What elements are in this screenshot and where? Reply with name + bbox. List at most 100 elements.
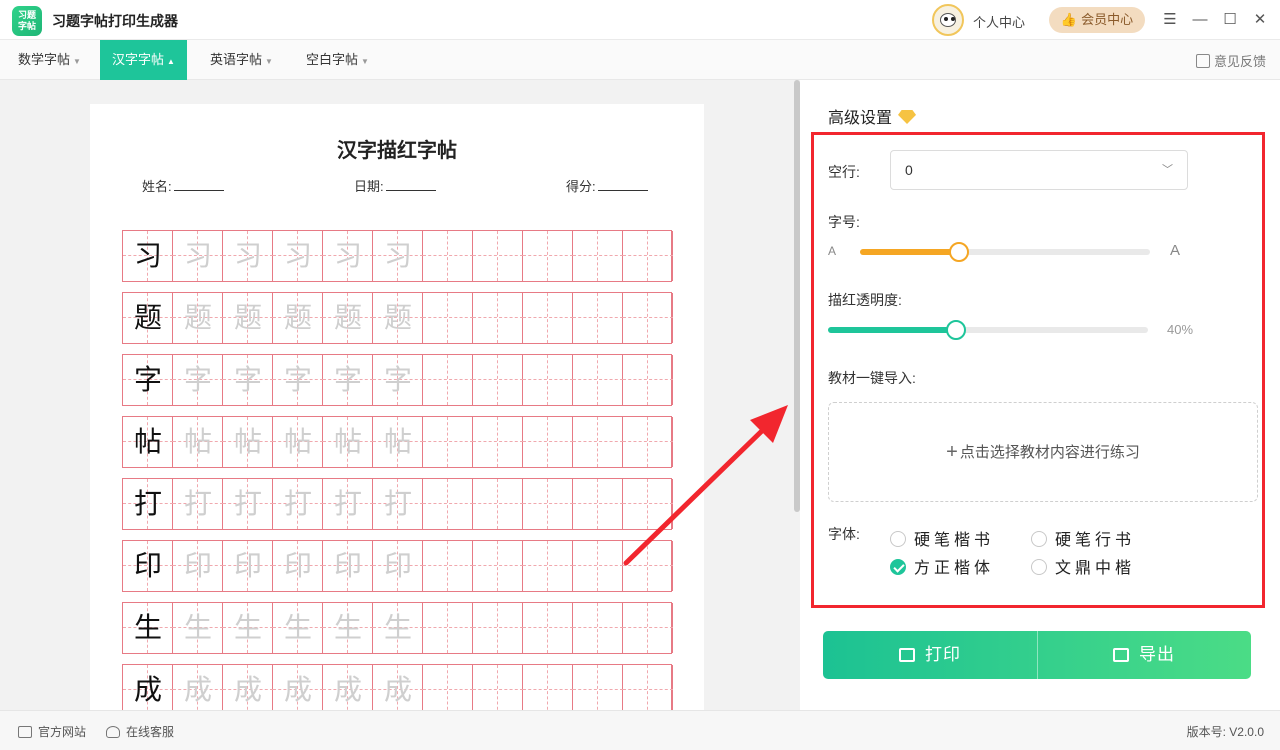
date-label: 日期: <box>354 179 384 194</box>
grid-cell: 帖 <box>323 417 373 467</box>
grid-cell <box>423 541 473 591</box>
grid-cell <box>573 665 623 710</box>
font-option-hard-xingshu[interactable]: 硬笔行书 <box>1031 526 1135 550</box>
grid-row: 生生生生生生 <box>122 602 673 654</box>
trace-character: 帖 <box>333 425 362 458</box>
grid-cell <box>423 355 473 405</box>
font-option-fangzheng-kaiti[interactable]: 方正楷体 <box>890 554 994 578</box>
model-character: 印 <box>133 549 162 582</box>
trace-character: 题 <box>283 301 312 334</box>
font-size-slider-handle[interactable] <box>949 242 969 262</box>
trace-character: 成 <box>233 673 262 706</box>
grid-cell <box>473 665 523 710</box>
grid-cell: 印 <box>223 541 273 591</box>
grid-cell <box>423 603 473 653</box>
trace-character: 帖 <box>183 425 212 458</box>
trace-character: 印 <box>333 549 362 582</box>
trace-character: 习 <box>183 239 212 272</box>
blank-rows-select[interactable]: 0 ﹀ <box>890 150 1188 190</box>
print-button[interactable]: 打印 <box>823 631 1037 679</box>
model-character: 打 <box>133 487 162 520</box>
preview-area[interactable]: 汉字描红字帖 姓名: 日期: 得分: 习习习习习习题题题题题题字字字字字字帖帖帖… <box>0 80 800 710</box>
grid-cell <box>573 417 623 467</box>
grid-cell <box>423 293 473 343</box>
model-character: 题 <box>133 301 162 334</box>
grid-row: 题题题题题题 <box>122 292 673 344</box>
advanced-settings-label: 高级设置 <box>828 110 893 127</box>
grid-cell <box>623 355 673 405</box>
feedback-link[interactable]: 意见反馈 <box>1195 51 1266 70</box>
grid-cell: 成 <box>323 665 373 710</box>
vip-center-button[interactable]: 👍 会员中心 <box>1049 7 1145 33</box>
grid-cell: 帖 <box>173 417 223 467</box>
trace-character: 字 <box>383 363 412 396</box>
blank-rows-label: 空行: <box>828 164 860 180</box>
font-option-label: 文鼎中楷 <box>1055 558 1136 577</box>
tab-math[interactable]: 数学字帖 ▼ <box>6 40 93 80</box>
tab-blank[interactable]: 空白字帖 ▼ <box>294 40 381 80</box>
feedback-label: 意见反馈 <box>1213 54 1266 69</box>
avatar-eye-left <box>944 17 948 21</box>
radio-icon <box>1031 559 1047 575</box>
name-field: 姓名: <box>142 176 224 195</box>
menu-icon[interactable]: ☰ <box>1160 10 1180 30</box>
font-size-slider[interactable] <box>860 242 1150 262</box>
grid-cell: 印 <box>173 541 223 591</box>
grid-cell: 帖 <box>273 417 323 467</box>
grid-cell: 字 <box>323 355 373 405</box>
export-button[interactable]: 导出 <box>1037 631 1251 679</box>
headset-icon <box>106 726 120 738</box>
grid-cell: 题 <box>273 293 323 343</box>
trace-character: 题 <box>383 301 412 334</box>
minimize-button[interactable]: — <box>1190 10 1210 30</box>
grid-cell <box>473 293 523 343</box>
score-underline <box>597 179 648 191</box>
grid-cell: 打 <box>373 479 423 529</box>
import-dropzone[interactable]: + 点击选择教材内容进行练习 <box>828 402 1258 502</box>
grid-cell: 成 <box>223 665 273 710</box>
app-logo: 习题 字帖 <box>12 6 42 36</box>
grid-cell: 题 <box>323 293 373 343</box>
grid-cell <box>423 417 473 467</box>
maximize-button[interactable]: ☐ <box>1220 10 1240 30</box>
worksheet-paper: 汉字描红字帖 姓名: 日期: 得分: 习习习习习习题题题题题题字字字字字字帖帖帖… <box>90 104 704 710</box>
trace-character: 印 <box>383 549 412 582</box>
grid-cell <box>623 417 673 467</box>
tab-label: 数学字帖 <box>18 52 71 67</box>
model-character: 成 <box>133 673 162 706</box>
trace-character: 帖 <box>283 425 312 458</box>
grid-row: 印印印印印印 <box>122 540 673 592</box>
grid-cell <box>423 479 473 529</box>
grid-cell: 题 <box>373 293 423 343</box>
font-option-wending-zhongkai[interactable]: 文鼎中楷 <box>1031 554 1135 578</box>
action-bar: 打印 导出 <box>823 631 1251 679</box>
close-button[interactable]: ✕ <box>1250 10 1270 30</box>
avatar[interactable] <box>932 4 964 36</box>
grid-cell: 字 <box>223 355 273 405</box>
grid-cell <box>623 665 673 710</box>
online-support-link[interactable]: 在线客服 <box>106 723 174 740</box>
grid-cell: 生 <box>123 603 173 653</box>
trace-character: 帖 <box>233 425 262 458</box>
grid-cell <box>523 665 573 710</box>
trace-character: 字 <box>333 363 362 396</box>
font-option-hard-kaishu[interactable]: 硬笔楷书 <box>890 526 994 550</box>
grid-cell <box>573 293 623 343</box>
grid-row: 字字字字字字 <box>122 354 673 406</box>
tab-chinese[interactable]: 汉字字帖 ▲ <box>100 40 187 80</box>
grid-cell <box>423 231 473 281</box>
plus-icon: + <box>946 441 958 463</box>
trace-character: 打 <box>233 487 262 520</box>
radio-icon <box>890 531 906 547</box>
grid-cell: 题 <box>223 293 273 343</box>
opacity-slider[interactable] <box>828 320 1148 340</box>
tab-english[interactable]: 英语字帖 ▼ <box>198 40 285 80</box>
advanced-settings-title: 高级设置 <box>828 104 917 128</box>
title-bar: 习题 字帖 习题字帖打印生成器 个人中心 👍 会员中心 ☰ — ☐ ✕ <box>0 0 1280 40</box>
grid-cell <box>573 355 623 405</box>
opacity-slider-handle[interactable] <box>946 320 966 340</box>
settings-panel: 高级设置 空行: 0 ﹀ 字号: A A 描红透明度: 40% 教材一键导入: +… <box>800 80 1280 710</box>
personal-center-link[interactable]: 个人中心 <box>973 12 1025 31</box>
grid-cell: 印 <box>273 541 323 591</box>
official-website-link[interactable]: 官方网站 <box>18 723 86 740</box>
